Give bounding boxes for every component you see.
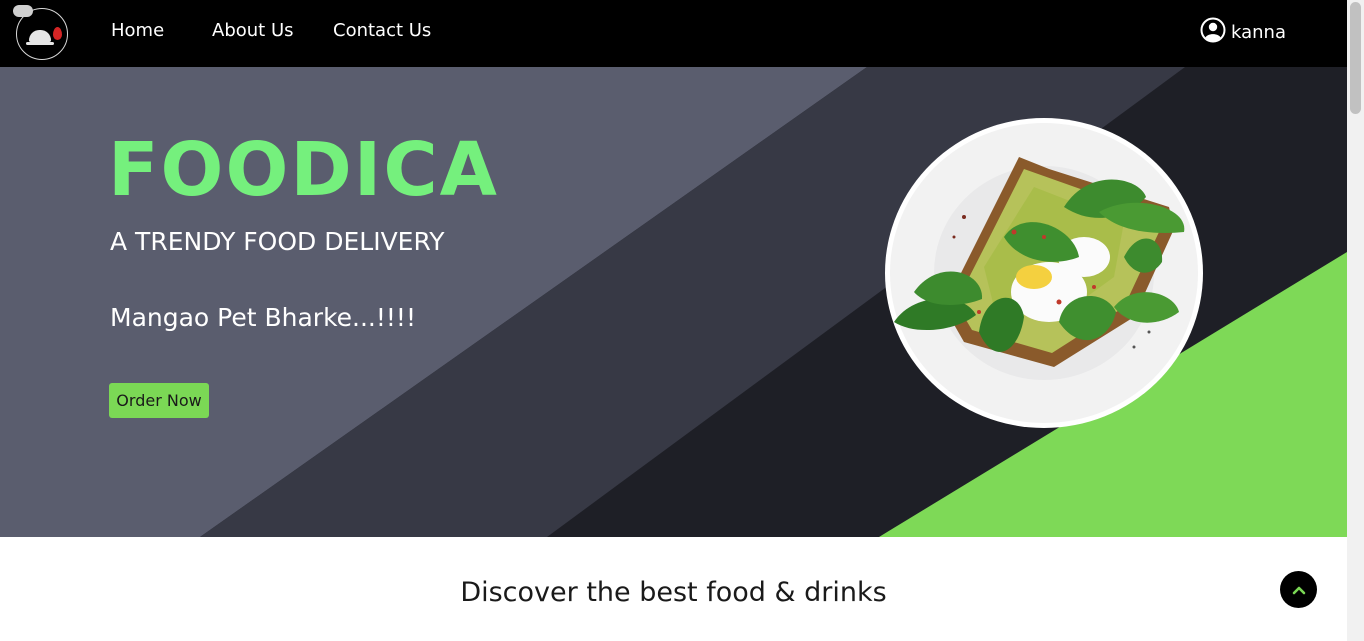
cloche-base-icon [26, 42, 54, 45]
navbar: Home About Us Contact Us kanna [0, 0, 1347, 67]
flame-icon [53, 27, 62, 40]
user-menu[interactable]: kanna [1200, 17, 1286, 47]
brand-title: FOODICA [108, 127, 499, 213]
nav-contact-link[interactable]: Contact Us [333, 20, 431, 41]
cloche-icon [29, 30, 51, 42]
user-circle-icon [1200, 17, 1226, 47]
hero-slogan: Mangao Pet Bharke...!!!! [110, 303, 416, 332]
scrollbar-thumb[interactable] [1350, 2, 1361, 114]
logo-cloud-icon [13, 5, 33, 17]
order-now-button[interactable]: Order Now [109, 383, 209, 418]
user-name: kanna [1231, 21, 1286, 43]
page-scrollbar[interactable] [1347, 0, 1364, 641]
hero-banner: FOODICA A TRENDY FOOD DELIVERY Mangao Pe… [0, 67, 1347, 537]
section-heading: Discover the best food & drinks [460, 577, 887, 608]
brand-logo[interactable] [13, 5, 68, 60]
hero-tagline: A TRENDY FOOD DELIVERY [110, 227, 445, 256]
scroll-to-top-button[interactable] [1280, 571, 1317, 608]
nav-home-link[interactable]: Home [111, 20, 164, 41]
chevron-up-icon [1292, 580, 1306, 599]
nav-about-link[interactable]: About Us [212, 20, 294, 41]
food-plate-image [884, 117, 1204, 429]
